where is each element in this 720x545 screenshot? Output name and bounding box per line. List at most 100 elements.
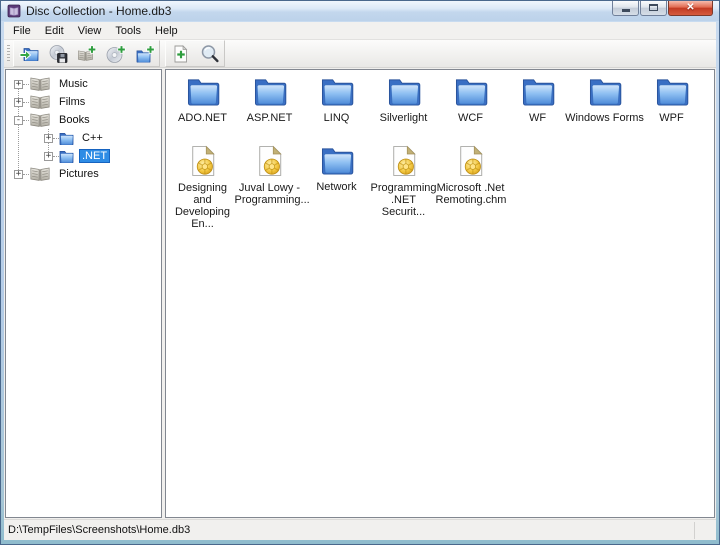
item-label: Juval Lowy - Programming... [235,182,305,206]
search-button[interactable] [195,42,224,65]
shelf-icon [29,94,51,110]
folder-icon [588,76,622,107]
tree-item-music[interactable]: + Music [6,75,161,93]
item-label: ASP.NET [247,112,293,124]
add-disc-icon [106,44,126,64]
help-file-icon [457,145,485,177]
item-programming-net-security-book[interactable]: Programming .NET Securit... [370,145,437,230]
minimize-button[interactable] [612,1,639,16]
toolbar-band-secondary [165,40,225,67]
shelf-icon [29,112,51,128]
item-windows-forms[interactable]: Windows Forms [571,76,638,124]
item-linq[interactable]: LINQ [303,76,370,124]
menu-tools[interactable]: Tools [108,24,148,38]
tree-item-label[interactable]: Films [56,95,88,109]
folder-icon [320,145,354,176]
item-label: WF [529,112,546,124]
add-file-icon [171,44,191,64]
open-collection-button[interactable] [14,42,43,65]
item-label: Designing and Developing En... [169,182,236,230]
add-shelf-icon [77,44,97,64]
tree-item-films[interactable]: + Films [6,93,161,111]
tree-item-pictures[interactable]: + Pictures [6,165,161,183]
status-bar: D:\TempFiles\Screenshots\Home.db3 [4,519,716,540]
add-shelf-button[interactable] [72,42,101,65]
window-controls: ✕ [611,1,713,16]
menu-help[interactable]: Help [148,24,185,38]
item-label: ADO.NET [178,112,227,124]
content-area: + Music + Films - [4,68,716,519]
item-wcf[interactable]: WCF [437,76,504,124]
item-label: Microsoft .Net Remoting.chm [436,182,506,206]
item-label: Windows Forms [565,112,644,124]
tree-item-label[interactable]: Pictures [56,167,102,181]
close-button[interactable]: ✕ [668,1,713,16]
disc-collection-app-icon [7,4,21,18]
tree-item-label[interactable]: Books [56,113,93,127]
item-wf[interactable]: WF [504,76,571,124]
item-label: WPF [659,112,683,124]
folder-icon [186,76,220,107]
search-icon [200,44,220,64]
window-title: Disc Collection - Home.db3 [26,4,171,18]
save-button[interactable] [43,42,72,65]
save-disc-icon [48,44,68,64]
menu-edit[interactable]: Edit [38,24,71,38]
items-row-2: Designing and Developing En... Juval Low… [169,145,714,230]
item-microsoft-net-remoting-book[interactable]: Microsoft .Net Remoting.chm [437,145,504,230]
toolbar [4,40,716,68]
item-juval-lowy-book[interactable]: Juval Lowy - Programming... [236,145,303,230]
expand-plus-icon[interactable]: + [14,170,23,179]
help-file-icon [189,145,217,177]
shelf-icon [29,166,51,182]
item-adonet[interactable]: ADO.NET [169,76,236,124]
add-folder-button[interactable] [130,42,159,65]
folder-icon [387,76,421,107]
item-aspnet[interactable]: ASP.NET [236,76,303,124]
client-area: File Edit View Tools Help [4,22,716,540]
menu-view[interactable]: View [71,24,109,38]
tree-item-dotnet[interactable]: + .NET [6,147,161,165]
tree-item-label[interactable]: Music [56,77,91,91]
folder-icon [655,76,689,107]
tree-item-books[interactable]: - Books [6,111,161,129]
collapse-minus-icon[interactable]: - [14,116,23,125]
help-file-icon [256,145,284,177]
folder-icon [59,131,74,145]
tree-item-label-selected[interactable]: .NET [79,149,110,163]
expand-plus-icon[interactable]: + [14,98,23,107]
folder-icon [521,76,555,107]
shelf-icon [29,76,51,92]
resize-grip[interactable] [694,522,716,539]
item-label: Network [316,181,356,193]
item-network[interactable]: Network [303,145,370,230]
collection-tree-panel: + Music + Films - [5,69,162,518]
tree-item-cpp[interactable]: + C++ [6,129,161,147]
folder-icon [59,149,74,163]
items-row-1: ADO.NET ASP.NET LINQ Silverlight [169,76,714,124]
folder-icon [253,76,287,107]
expand-plus-icon[interactable]: + [14,80,23,89]
expand-plus-icon[interactable]: + [44,134,53,143]
item-silverlight[interactable]: Silverlight [370,76,437,124]
toolbar-band-main [13,40,160,67]
item-wpf[interactable]: WPF [638,76,705,124]
item-label: WCF [458,112,483,124]
expand-plus-icon[interactable]: + [44,152,53,161]
add-disc-button[interactable] [101,42,130,65]
close-icon: ✕ [686,1,694,14]
item-label: Silverlight [380,112,428,124]
maximize-button[interactable] [640,1,667,16]
minimize-icon [622,9,630,12]
item-label: LINQ [324,112,350,124]
tree-item-label[interactable]: C++ [79,131,106,145]
menu-file[interactable]: File [6,24,38,38]
status-path: D:\TempFiles\Screenshots\Home.db3 [4,524,190,536]
item-label: Programming .NET Securit... [370,182,437,218]
toolbar-gripper[interactable] [7,45,10,62]
add-file-button[interactable] [166,42,195,65]
help-file-icon [390,145,418,177]
collection-tree: + Music + Films - [6,70,161,183]
item-designing-developing-book[interactable]: Designing and Developing En... [169,145,236,230]
items-panel: ADO.NET ASP.NET LINQ Silverlight [165,69,715,518]
